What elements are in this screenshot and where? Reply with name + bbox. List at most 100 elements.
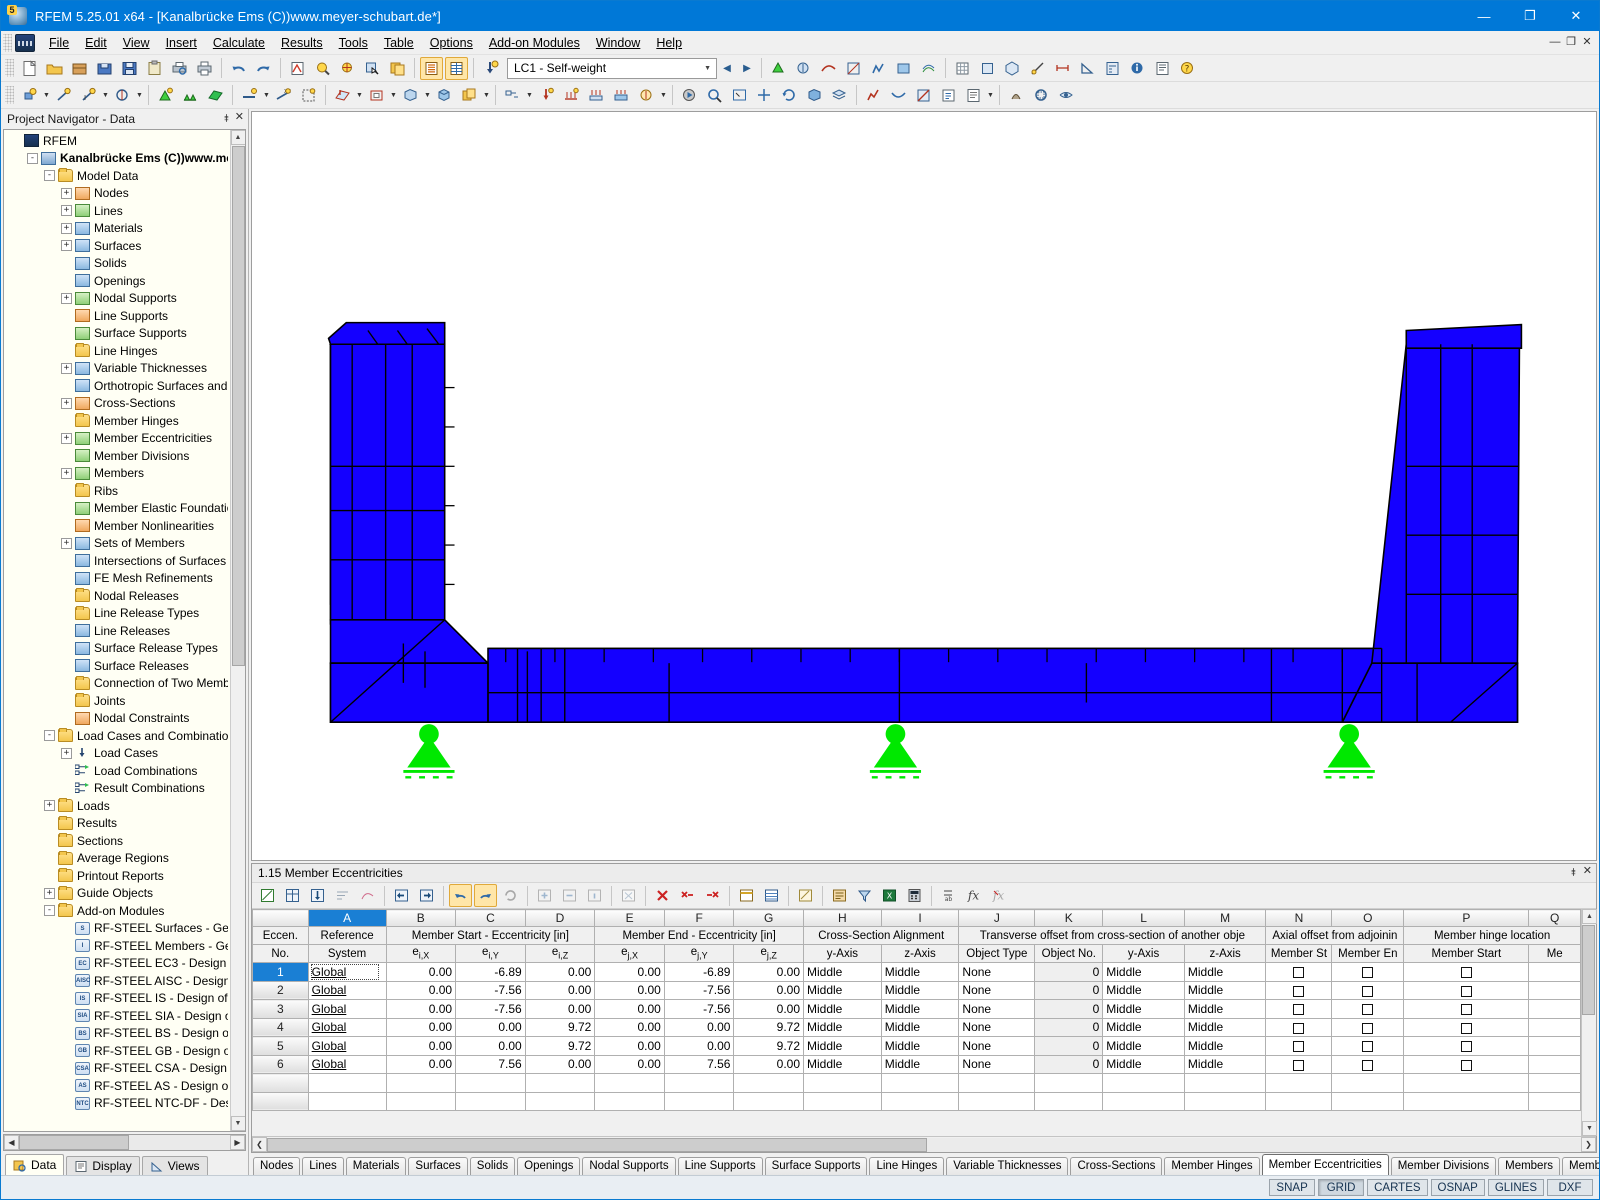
empty-cell[interactable]	[803, 1091, 882, 1111]
column-header-E[interactable]: E	[594, 909, 665, 927]
empty-cell[interactable]	[1528, 1091, 1581, 1111]
scroll-left-button[interactable]: ◀	[4, 1135, 19, 1150]
zoom-all-icon[interactable]	[728, 84, 751, 107]
sheet-tab-lines[interactable]: Lines	[302, 1157, 344, 1175]
cell-ejY[interactable]: 7.56	[663, 1054, 735, 1074]
tree-item[interactable]: Surface Supports	[4, 325, 230, 343]
table-row[interactable]: 5 Global 0.00 0.00 9.72 0.00 0.00 9.72 Middle Mid…	[252, 1036, 1581, 1056]
cell-obj_no[interactable]: 0	[1034, 999, 1104, 1019]
table-scroll-right-button[interactable]: ❯	[1581, 1137, 1596, 1152]
column-header-K[interactable]: K	[1034, 909, 1104, 927]
surface-load-icon[interactable]	[331, 84, 354, 107]
checkbox-icon[interactable]	[1362, 1059, 1374, 1071]
table-row[interactable]: 4 Global 0.00 0.00 9.72 0.00 0.00 9.72 Middle Mid…	[252, 1017, 1581, 1037]
cell-obj_no[interactable]: 0	[1034, 1054, 1104, 1074]
empty-cell[interactable]	[252, 1073, 309, 1093]
cell-ejX[interactable]: 0.00	[594, 1054, 665, 1074]
table-row[interactable]: 1 Global 0.00 -6.89 0.00 0.00 -6.89 0.00 Middle M…	[252, 962, 1581, 982]
help-icon[interactable]: ?	[1176, 57, 1199, 80]
tree-item[interactable]: Line Release Types	[4, 605, 230, 623]
sheet-tab-surface-supports[interactable]: Surface Supports	[764, 1157, 868, 1175]
menu-tools[interactable]: Tools	[331, 33, 376, 53]
node-icon[interactable]	[18, 84, 41, 107]
empty-cell[interactable]	[1403, 1073, 1530, 1093]
print-icon[interactable]	[193, 57, 216, 80]
table-refresh-icon[interactable]	[499, 884, 522, 907]
table-edit-cell-icon[interactable]	[794, 884, 817, 907]
menu-table[interactable]: Table	[376, 33, 422, 53]
tree-item[interactable]: - Add-on Modules	[4, 902, 230, 920]
opening-icon[interactable]	[365, 84, 388, 107]
cell-csa_y[interactable]: Middle	[803, 1036, 882, 1056]
cell-eiY[interactable]: -7.56	[455, 999, 526, 1019]
menu-gripper[interactable]	[3, 33, 12, 52]
table-grid-icon[interactable]	[445, 56, 468, 80]
line-member-icon[interactable]: I	[77, 84, 100, 107]
cell-eiY[interactable]: 0.00	[455, 1036, 526, 1056]
expand-icon[interactable]: +	[61, 222, 72, 234]
empty-cell[interactable]	[1183, 1073, 1267, 1093]
table-scroll-thumb[interactable]	[1582, 925, 1595, 1015]
column-header-F[interactable]: F	[663, 909, 735, 927]
table-function-clear-icon[interactable]: fx	[987, 884, 1010, 907]
empty-cell[interactable]	[803, 1073, 882, 1093]
sheet-tab-line-supports[interactable]: Line Supports	[677, 1157, 763, 1175]
render-model-icon[interactable]	[286, 57, 309, 80]
free-load-dropdown-arrow-icon[interactable]: ▼	[659, 84, 668, 107]
empty-cell[interactable]	[455, 1091, 526, 1111]
cell-ejY[interactable]: 0.00	[663, 1017, 735, 1037]
nodal-load-icon[interactable]	[535, 84, 558, 107]
cell-ejY[interactable]: 0.00	[663, 1036, 735, 1056]
empty-cell[interactable]	[733, 1073, 804, 1093]
info-icon[interactable]	[1126, 57, 1149, 80]
table-row[interactable]: 2 Global 0.00 -7.56 0.00 0.00 -7.56 0.00 Middle M…	[252, 980, 1581, 1000]
previous-load-case-button[interactable]: ◀	[717, 57, 737, 79]
empty-cell[interactable]	[958, 1073, 1036, 1093]
nodal-support-toolbar-icon[interactable]	[767, 57, 790, 80]
empty-cell[interactable]	[1102, 1091, 1185, 1111]
cell-ax-end-checkbox[interactable]	[1331, 999, 1405, 1019]
maximize-button[interactable]: ❐	[1507, 1, 1553, 31]
cell-eiZ[interactable]: 9.72	[524, 1017, 596, 1037]
column-header-O[interactable]: O	[1331, 909, 1405, 927]
table-sheet-tabs[interactable]: Nodes Lines Materials Surfaces Solids Opening…	[249, 1153, 1599, 1175]
table-hscroll-thumb[interactable]	[267, 1137, 927, 1152]
navigator-tree[interactable]: RFEM-Kanalbrücke Ems (C))www.meyer-Model…	[4, 130, 230, 1131]
table-info-icon[interactable]	[583, 884, 606, 907]
cell-ax-start-checkbox[interactable]	[1265, 1054, 1333, 1074]
tree-item[interactable]: Line Hinges	[4, 342, 230, 360]
cell-overflow[interactable]	[1528, 999, 1581, 1019]
table-delete-right-icon[interactable]	[701, 884, 724, 907]
row-header[interactable]: 1	[252, 962, 309, 982]
calculate-icon[interactable]	[1101, 57, 1124, 80]
column-header-M[interactable]: M	[1183, 909, 1267, 927]
cell-ejZ[interactable]: 9.72	[733, 1036, 804, 1056]
surface-load-dropdown-arrow-icon[interactable]: ▼	[355, 84, 364, 107]
cell-eiZ[interactable]: 0.00	[524, 999, 596, 1019]
table-next-col-icon[interactable]	[415, 884, 438, 907]
menu-file[interactable]: File	[41, 33, 77, 53]
view-iso-icon[interactable]	[1001, 57, 1024, 80]
table-row-empty[interactable]	[252, 1073, 1581, 1093]
model-check-icon[interactable]	[1005, 84, 1028, 107]
expand-icon[interactable]: +	[61, 397, 72, 409]
cell-to_z[interactable]: Middle	[1183, 980, 1267, 1000]
checkbox-icon[interactable]	[1460, 1022, 1472, 1034]
row-header[interactable]: 5	[252, 1036, 309, 1056]
cell-overflow[interactable]	[1528, 1017, 1581, 1037]
deform-icon[interactable]	[887, 84, 910, 107]
column-header-B[interactable]: B	[385, 909, 457, 927]
status-glines[interactable]: GLINES	[1487, 1179, 1544, 1196]
tree-item[interactable]: + Variable Thicknesses	[4, 360, 230, 378]
scroll-thumb[interactable]	[231, 146, 245, 666]
cell-obj_no[interactable]: 0	[1034, 1017, 1104, 1037]
empty-cell[interactable]	[880, 1091, 960, 1111]
tree-item[interactable]: + Member Eccentricities	[4, 430, 230, 448]
line-icon[interactable]	[52, 84, 75, 107]
cell-eiZ[interactable]: 0.00	[524, 980, 596, 1000]
row-header[interactable]: 4	[252, 1017, 309, 1037]
cell-ejZ[interactable]: 9.72	[733, 1017, 804, 1037]
expand-icon[interactable]: +	[61, 362, 72, 374]
empty-cell[interactable]	[880, 1073, 960, 1093]
table-filter-icon[interactable]	[853, 884, 876, 907]
